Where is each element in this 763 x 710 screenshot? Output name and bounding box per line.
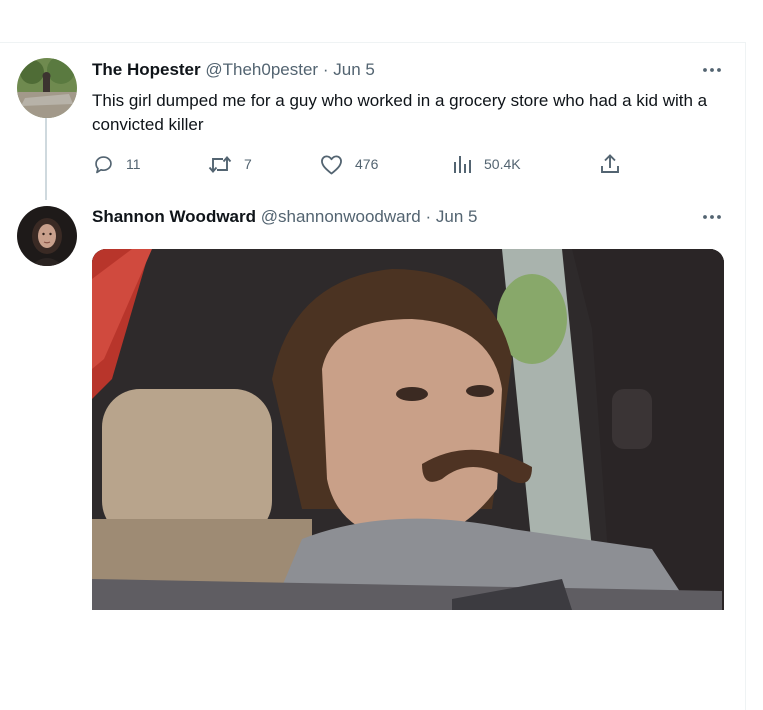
- retweet-button[interactable]: 7: [208, 153, 252, 175]
- tweet-1-header: The Hopester @Theh0pester · Jun 5: [92, 59, 375, 81]
- views-icon: [454, 156, 471, 173]
- share-icon: [601, 154, 619, 173]
- retweet-icon: [208, 155, 232, 173]
- media-illustration: [92, 249, 724, 610]
- user-handle[interactable]: @Theh0pester: [205, 60, 318, 79]
- avatar-the-hopester[interactable]: [17, 58, 77, 118]
- tweet-date[interactable]: Jun 5: [436, 207, 478, 226]
- views-count: 50.4K: [484, 156, 521, 172]
- separator-dot: ·: [322, 60, 329, 79]
- tweet-date[interactable]: Jun 5: [333, 60, 375, 79]
- avatar-shannon-woodward[interactable]: [17, 206, 77, 266]
- tweet-2-header: Shannon Woodward @shannonwoodward · Jun …: [92, 206, 477, 228]
- display-name[interactable]: The Hopester: [92, 60, 201, 79]
- more-icon[interactable]: [700, 207, 724, 227]
- user-handle[interactable]: @shannonwoodward: [261, 207, 421, 226]
- avatar-image: [17, 58, 77, 118]
- like-icon: [321, 154, 342, 174]
- tweet-text: This girl dumped me for a guy who worked…: [92, 91, 708, 134]
- separator-dot: ·: [425, 207, 432, 226]
- reply-button[interactable]: 11: [93, 153, 141, 175]
- tweet-media-image[interactable]: [92, 249, 724, 610]
- reply-icon: [95, 155, 112, 173]
- share-button[interactable]: [600, 153, 620, 175]
- views-button[interactable]: 50.4K: [452, 153, 521, 175]
- reply-count: 11: [126, 156, 141, 172]
- thread-connector-line: [45, 118, 47, 200]
- avatar-image: [17, 206, 77, 266]
- like-button[interactable]: 476: [320, 153, 378, 175]
- retweet-count: 7: [244, 156, 252, 172]
- more-icon[interactable]: [700, 60, 724, 80]
- display-name[interactable]: Shannon Woodward: [92, 207, 256, 226]
- like-count: 476: [355, 156, 379, 172]
